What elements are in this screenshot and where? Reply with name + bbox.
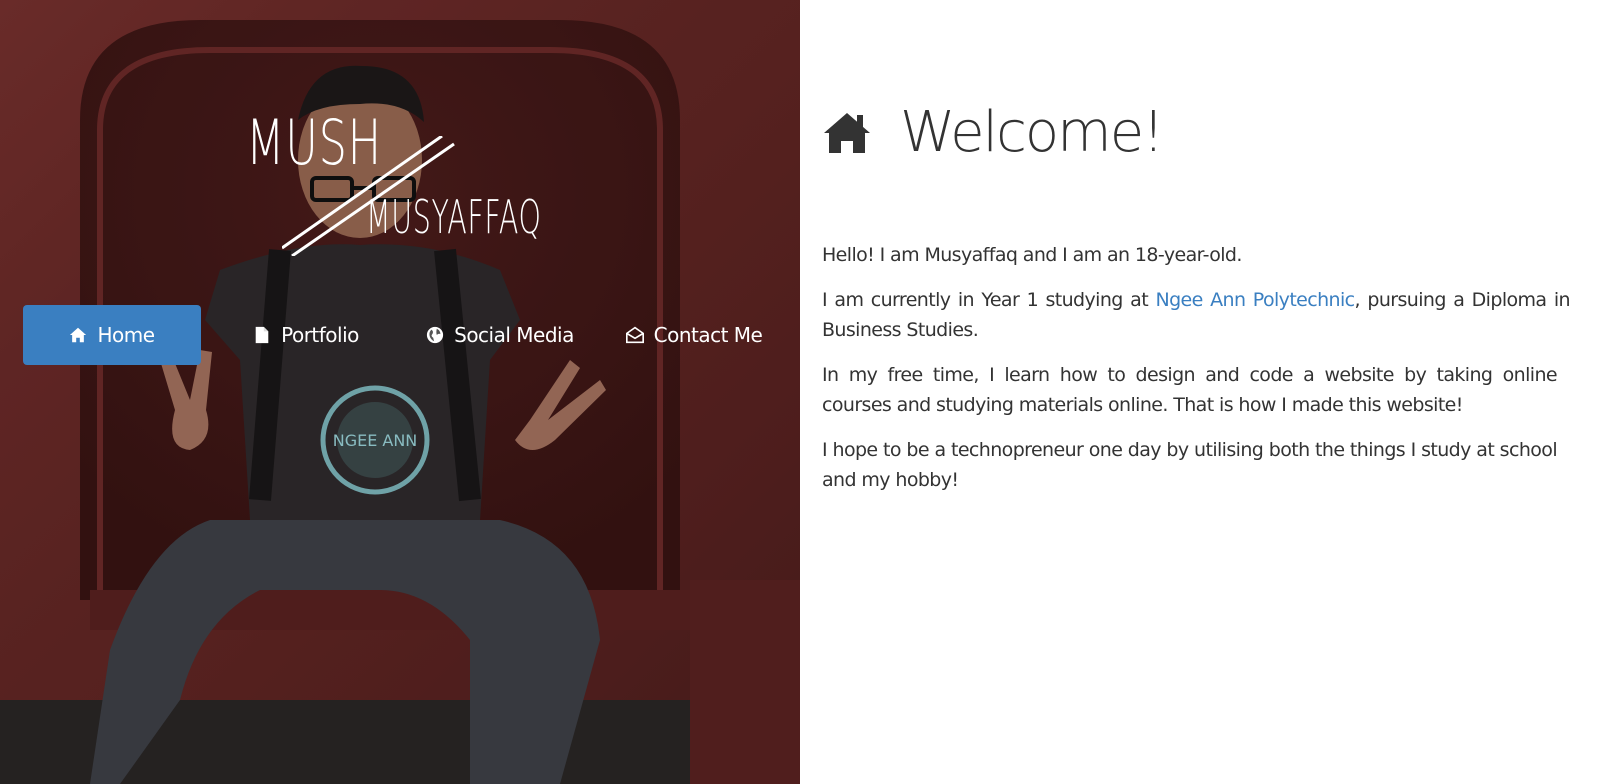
page-header: Welcome! xyxy=(822,100,1165,165)
main-content: Welcome! Hello! I am Musyaffaq and I am … xyxy=(822,0,1582,784)
paragraph-text: I hope to be a technopreneur one day by … xyxy=(822,439,1558,491)
hobby-paragraph: In my free time, I learn how to design a… xyxy=(822,360,1558,420)
intro-paragraph: Hello! I am Musyaffaq and I am an 18-yea… xyxy=(822,240,1570,270)
nav-item-label: Portfolio xyxy=(281,323,359,347)
envelope-open-icon xyxy=(625,326,644,344)
study-paragraph: I am currently in Year 1 studying at Nge… xyxy=(822,285,1571,345)
nav-item-label: Home xyxy=(97,323,155,347)
nav-item-home[interactable]: Home xyxy=(23,305,201,365)
nav-item-label: Contact Me xyxy=(653,323,763,347)
logo-line-2: MUSYAFFAQ xyxy=(366,190,542,244)
nav-item-social-media[interactable]: Social Media xyxy=(411,305,589,365)
page-title: Welcome! xyxy=(900,100,1165,165)
goal-paragraph: I hope to be a technopreneur one day by … xyxy=(822,435,1558,495)
nav-item-label: Social Media xyxy=(454,323,574,347)
paragraph-text: Hello! I am Musyaffaq and I am an 18-yea… xyxy=(822,244,1242,266)
paragraph-text: I am currently in Year 1 studying at xyxy=(822,289,1156,311)
file-icon xyxy=(255,326,269,344)
home-icon xyxy=(70,327,87,343)
nav-item-contact-me[interactable]: Contact Me xyxy=(605,305,783,365)
globe-icon xyxy=(427,326,444,344)
hero-panel: NGEE ANN MUSH MUSYAFFAQ Home Portfolio S… xyxy=(0,0,800,784)
ngee-ann-polytechnic-link[interactable]: Ngee Ann Polytechnic xyxy=(1155,289,1355,311)
site-logo[interactable]: MUSH MUSYAFFAQ xyxy=(246,112,556,256)
main-nav: Home Portfolio Social Media Contact Me xyxy=(23,305,783,365)
nav-item-portfolio[interactable]: Portfolio xyxy=(217,305,395,365)
home-icon xyxy=(824,112,870,153)
paragraph-text: In my free time, I learn how to design a… xyxy=(822,364,1558,416)
